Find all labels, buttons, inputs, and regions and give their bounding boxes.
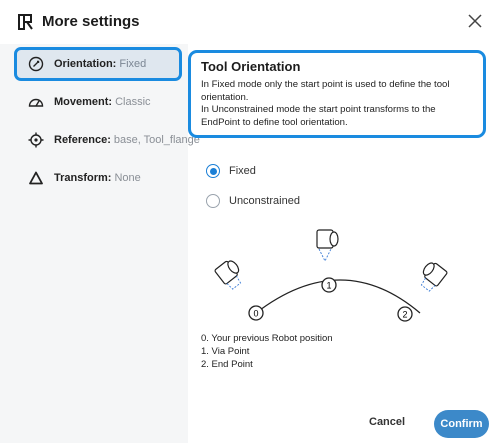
info-box: Tool Orientation In Fixed mode only the … [188,50,486,138]
svg-text:1: 1 [326,281,331,291]
sidebar-item-label: Reference: [54,134,111,146]
info-title: Tool Orientation [201,59,301,74]
sidebar-item-label: Movement: [54,96,113,108]
sidebar-item-value: Classic [115,96,151,108]
sidebar-item-label: Orientation: [54,58,117,70]
confirm-button[interactable]: Confirm [434,410,489,438]
close-icon[interactable] [466,12,484,30]
sidebar-item-value: base, Tool_flange [113,134,200,146]
dialog-header: More settings [0,0,491,44]
radio-label: Fixed [229,165,256,177]
info-line-fixed: In Fixed mode only the start point is us… [201,79,450,103]
svg-text:0: 0 [253,309,258,319]
orientation-icon [28,56,44,72]
sidebar-item-orientation[interactable]: Orientation: Fixed [14,47,182,81]
svg-text:2: 2 [402,310,407,320]
transform-icon [28,170,44,186]
sidebar-item-reference[interactable]: Reference: base, Tool_flange [14,123,200,157]
tool-orientation-diagram: 0 1 2 [214,229,448,322]
info-line-unconstrained: In Unconstrained mode the start point tr… [201,104,436,128]
tool-icon-via [316,229,339,263]
movement-icon [28,94,44,110]
settings-content: Tool Orientation In Fixed mode only the … [188,44,491,443]
diagram-legend: 0. Your previous Robot position 1. Via P… [201,332,333,371]
radio-fixed[interactable]: Fixed [206,164,256,178]
sidebar-item-label: Transform: [54,172,112,184]
radio-circle-selected[interactable] [206,164,220,178]
more-settings-dialog: More settings Orientation: Fixed Movemen… [0,0,491,443]
sidebar-item-transform[interactable]: Transform: None [14,161,182,195]
sidebar-item-value: Fixed [119,58,147,70]
point-2: 2 [397,306,413,322]
radio-unconstrained[interactable]: Unconstrained [206,194,300,208]
path-arc [255,279,421,314]
radio-label: Unconstrained [229,195,300,207]
point-0: 0 [248,305,264,321]
sidebar-item-value: None [114,172,141,184]
reference-icon [28,132,44,148]
cancel-button[interactable]: Cancel [369,416,405,428]
tool-icon-start [214,260,242,290]
dialog-title: More settings [42,13,140,30]
settings-sidebar: Orientation: Fixed Movement: Classic Ref… [0,44,200,443]
radio-circle[interactable] [206,194,220,208]
tool-icon-end [420,262,448,292]
legend-item: 2. End Point [201,359,253,370]
legend-item: 1. Via Point [201,346,250,357]
point-1: 1 [321,277,337,293]
sidebar-item-movement[interactable]: Movement: Classic [14,85,182,119]
legend-item: 0. Your previous Robot position [201,333,333,344]
robot-logo-icon [18,14,33,30]
